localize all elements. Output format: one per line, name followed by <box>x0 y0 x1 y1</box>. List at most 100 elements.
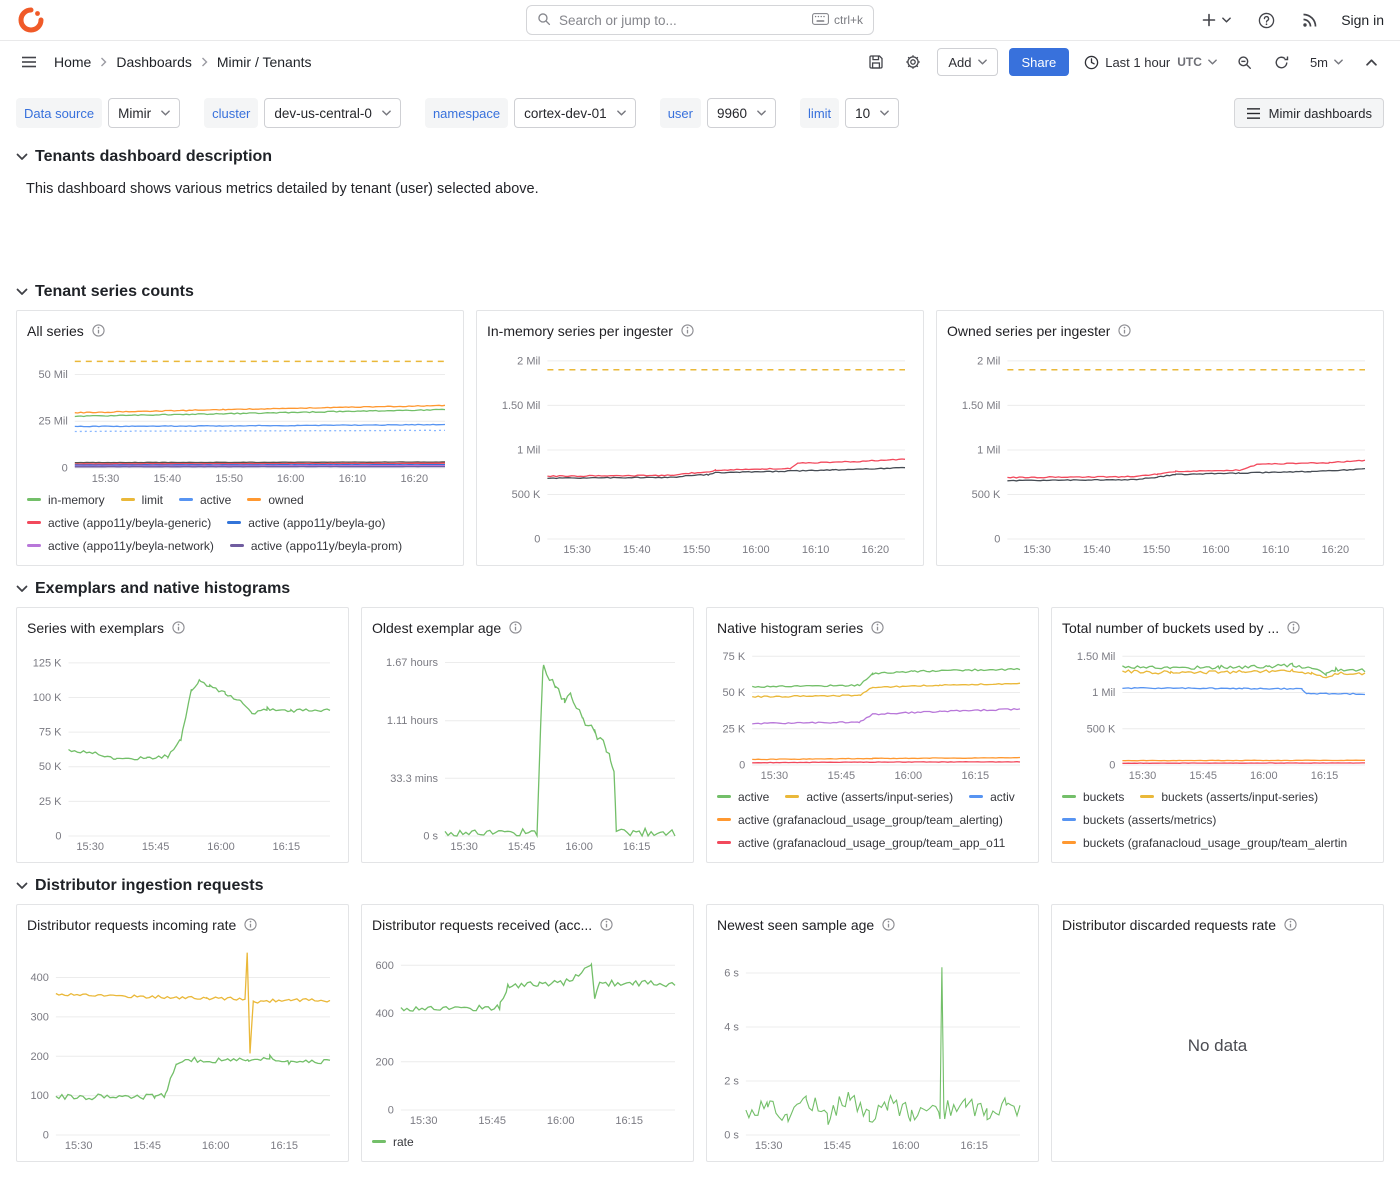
chart-all-series[interactable]: 025 Mil50 Mil15:3015:4015:5016:0016:1016… <box>27 344 453 486</box>
help-icon[interactable] <box>1253 7 1279 33</box>
legend-item-active-appo11y-beyla-prom[interactable]: active (appo11y/beyla-prom) <box>230 539 402 553</box>
chart-oldest-exemplar-age[interactable]: 0 s33.3 mins1.11 hours1.67 hours15:3015:… <box>372 641 683 854</box>
panel-info-icon[interactable] <box>681 324 694 337</box>
panel-header[interactable]: Native histogram series <box>717 614 1028 641</box>
filter-user: user9960 <box>660 98 776 128</box>
panel-info-icon[interactable] <box>600 918 613 931</box>
legend-item-active-grafanacloud-usage-group-team-app-o11[interactable]: active (grafanacloud_usage_group/team_ap… <box>717 836 1005 850</box>
news-icon[interactable] <box>1297 7 1323 33</box>
svg-text:16:10: 16:10 <box>1262 544 1290 556</box>
panel-info-icon[interactable] <box>244 918 257 931</box>
filter-value-dropdown-data-source[interactable]: Mimir <box>108 98 180 128</box>
panel-oldest-exemplar-age: Oldest exemplar age0 s33.3 mins1.11 hour… <box>361 607 694 863</box>
zoom-out-icon[interactable] <box>1232 49 1258 75</box>
chart-owned-series-per-ingester[interactable]: 0500 K1 Mil1.50 Mil2 Mil15:3015:4015:501… <box>947 344 1373 557</box>
time-range-picker[interactable]: Last 1 hour UTC <box>1080 48 1221 76</box>
share-button[interactable]: Share <box>1009 48 1070 76</box>
settings-gear-icon[interactable] <box>900 49 926 75</box>
legend-item-buckets[interactable]: buckets <box>1062 790 1124 804</box>
svg-text:1.50 Mil: 1.50 Mil <box>1077 651 1116 663</box>
section-header-tenant-series-counts[interactable]: Tenant series counts <box>0 283 1400 301</box>
svg-text:15:40: 15:40 <box>1083 544 1111 556</box>
panel-header[interactable]: Distributor requests received (acc... <box>372 911 683 938</box>
chart-in-memory-series-per-ingester[interactable]: 0500 K1 Mil1.50 Mil2 Mil15:3015:4015:501… <box>487 344 913 557</box>
svg-text:0: 0 <box>62 463 68 475</box>
save-dashboard-icon[interactable] <box>863 49 889 75</box>
refresh-interval-dropdown[interactable]: 5m <box>1306 48 1347 76</box>
filter-data-source: Data sourceMimir <box>16 98 180 128</box>
panel-header[interactable]: Series with exemplars <box>27 614 338 641</box>
section-header-distributor-ingestion-requests[interactable]: Distributor ingestion requests <box>0 877 1400 895</box>
refresh-icon[interactable] <box>1269 49 1295 75</box>
svg-text:50 Mil: 50 Mil <box>38 369 67 381</box>
panel-header[interactable]: Oldest exemplar age <box>372 614 683 641</box>
description-section-header[interactable]: Tenants dashboard description <box>0 148 1400 166</box>
legend-item-buckets-asserts-metrics[interactable]: buckets (asserts/metrics) <box>1062 813 1216 827</box>
panel-info-icon[interactable] <box>172 621 185 634</box>
chart-series-with-exemplars[interactable]: 025 K50 K75 K100 K125 K15:3015:4516:0016… <box>27 641 338 854</box>
search-input[interactable]: Search or jump to... ctrl+k <box>526 5 874 35</box>
section-header-exemplars-and-native-histograms[interactable]: Exemplars and native histograms <box>0 580 1400 598</box>
legend-item-rate[interactable]: rate <box>372 1135 414 1149</box>
chart-total-number-of-buckets-used-by[interactable]: 0500 K1 Mil1.50 Mil15:3015:4516:0016:15 <box>1062 641 1373 783</box>
chart-distributor-requests-received-acc[interactable]: 020040060015:3015:4516:0016:15 <box>372 938 683 1128</box>
legend-label: limit <box>142 493 163 507</box>
legend-item-activ[interactable]: activ <box>969 790 1015 804</box>
panel-header[interactable]: All series <box>27 317 453 344</box>
panel-header[interactable]: Newest seen sample age <box>717 911 1028 938</box>
legend-item-buckets-grafanacloud-usage-group-team-alertin[interactable]: buckets (grafanacloud_usage_group/team_a… <box>1062 836 1347 850</box>
legend-item-limit[interactable]: limit <box>121 493 163 507</box>
filter-value-dropdown-limit[interactable]: 10 <box>845 98 899 128</box>
panel-info-icon[interactable] <box>92 324 105 337</box>
svg-text:16:00: 16:00 <box>207 841 235 853</box>
legend-item-buckets-asserts-input-series[interactable]: buckets (asserts/input-series) <box>1140 790 1318 804</box>
panel-header[interactable]: Distributor requests incoming rate <box>27 911 338 938</box>
svg-text:16:15: 16:15 <box>270 1140 298 1152</box>
panel-info-icon[interactable] <box>1118 324 1131 337</box>
legend-item-active-appo11y-beyla-go[interactable]: active (appo11y/beyla-go) <box>227 516 385 530</box>
panel-info-icon[interactable] <box>509 621 522 634</box>
legend-item-active[interactable]: active <box>179 493 231 507</box>
panel-info-icon[interactable] <box>1284 918 1297 931</box>
timezone-label: UTC <box>1177 55 1202 69</box>
chart-newest-seen-sample-age[interactable]: 0 s2 s4 s6 s15:3015:4516:0016:15 <box>717 938 1028 1153</box>
panel-header[interactable]: Distributor discarded requests rate <box>1062 911 1373 938</box>
legend-item-active-appo11y-beyla-network[interactable]: active (appo11y/beyla-network) <box>27 539 214 553</box>
legend-item-owned[interactable]: owned <box>247 493 303 507</box>
panel-info-icon[interactable] <box>882 918 895 931</box>
chevron-down-icon <box>1222 17 1231 23</box>
grafana-logo[interactable] <box>16 5 46 35</box>
panel-header[interactable]: In-memory series per ingester <box>487 317 913 344</box>
panel-header[interactable]: Total number of buckets used by ... <box>1062 614 1373 641</box>
add-button-label: Add <box>948 55 971 70</box>
legend-item-active[interactable]: active <box>717 790 769 804</box>
add-button[interactable]: Add <box>937 48 997 76</box>
breadcrumb-dashboards[interactable]: Dashboards <box>116 54 192 70</box>
list-icon <box>1246 107 1261 120</box>
svg-text:16:00: 16:00 <box>892 1140 920 1152</box>
legend-color-mark <box>372 1140 386 1143</box>
time-range-label: Last 1 hour <box>1105 55 1170 70</box>
panel-info-icon[interactable] <box>871 621 884 634</box>
panel-header[interactable]: Owned series per ingester <box>947 317 1373 344</box>
legend-item-active-grafanacloud-usage-group-team-alerting[interactable]: active (grafanacloud_usage_group/team_al… <box>717 813 1003 827</box>
menu-toggle-button[interactable] <box>16 49 42 75</box>
chart-native-histogram-series[interactable]: 025 K50 K75 K15:3015:4516:0016:15 <box>717 641 1028 783</box>
legend-item-in-memory[interactable]: in-memory <box>27 493 105 507</box>
filter-value-dropdown-user[interactable]: 9960 <box>707 98 776 128</box>
svg-text:0: 0 <box>55 831 61 843</box>
sign-in-link[interactable]: Sign in <box>1341 12 1384 28</box>
filter-value-dropdown-namespace[interactable]: cortex-dev-01 <box>514 98 636 128</box>
legend-item-active-asserts-input-series[interactable]: active (asserts/input-series) <box>785 790 953 804</box>
svg-text:0: 0 <box>739 760 745 772</box>
filter-value-dropdown-cluster[interactable]: dev-us-central-0 <box>264 98 401 128</box>
chart-distributor-requests-incoming-rate[interactable]: 010020030040015:3015:4516:0016:15 <box>27 938 338 1153</box>
timeseries-chart: 025 Mil50 Mil15:3015:4015:5016:0016:1016… <box>27 344 453 486</box>
mimir-dashboards-button[interactable]: Mimir dashboards <box>1234 98 1384 128</box>
breadcrumb-home[interactable]: Home <box>54 54 91 70</box>
collapse-toolbar-icon[interactable] <box>1358 49 1384 75</box>
panel-info-icon[interactable] <box>1287 621 1300 634</box>
legend-item-active-appo11y-beyla-generic[interactable]: active (appo11y/beyla-generic) <box>27 516 211 530</box>
new-menu-button[interactable] <box>1197 7 1235 33</box>
legend-row: buckets (asserts/metrics) <box>1062 808 1373 831</box>
